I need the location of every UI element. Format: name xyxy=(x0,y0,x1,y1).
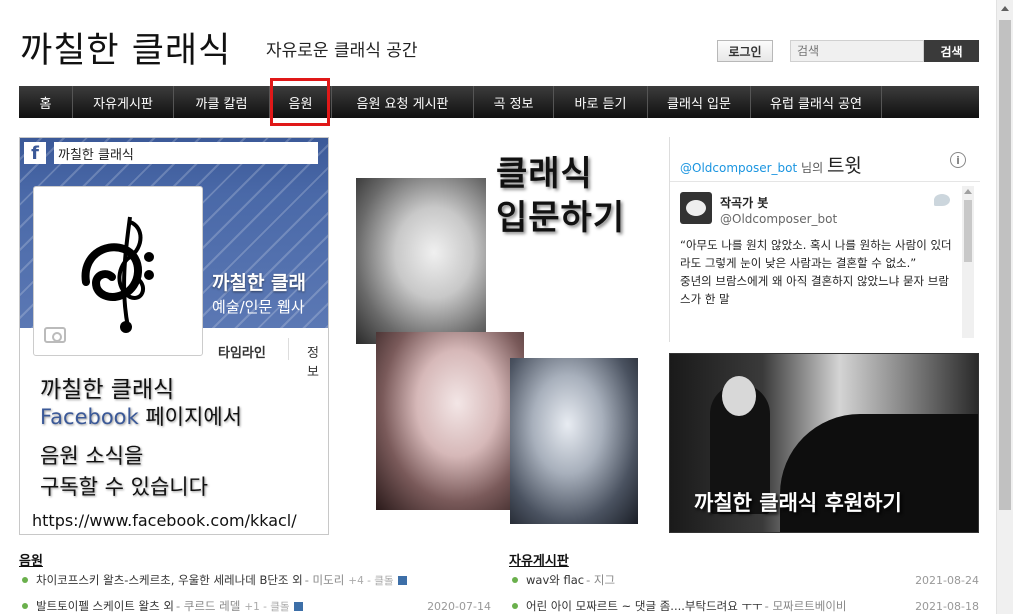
post-count: +1 - 클돌 xyxy=(244,600,290,613)
twitter-handle-link[interactable]: @Oldcomposer_bot xyxy=(680,161,797,175)
scroll-thumb[interactable] xyxy=(964,200,972,262)
facebook-page-name[interactable]: 까칠한 클래식 xyxy=(54,142,318,164)
search-input[interactable] xyxy=(790,40,924,62)
support-banner-text: 까칠한 클래식 후원하기 xyxy=(694,491,902,515)
intro-title-line-1: 클래식 xyxy=(496,154,593,194)
profile-picture[interactable] xyxy=(33,186,203,356)
intro-title-line-2: 입문하기 xyxy=(496,198,626,238)
post-date: 2021-08-24 xyxy=(915,573,979,587)
nav-item-classical-intro[interactable]: 클래식 입문 xyxy=(648,86,751,118)
page-scrollbar[interactable] xyxy=(996,0,1013,614)
bullet-icon xyxy=(22,577,28,583)
promo-line-4: 구독할 수 있습니다 xyxy=(40,475,208,499)
facebook-cover-category: 예술/인문 웹사 xyxy=(212,298,305,316)
facebook-f-icon[interactable]: f xyxy=(24,142,46,164)
post-title[interactable]: wav와 flac xyxy=(526,572,584,588)
post-count: +4 - 클돌 xyxy=(348,574,394,587)
person-head-shape xyxy=(722,376,756,416)
promo-line-2: Facebook 페이지에서 xyxy=(40,401,242,431)
login-button[interactable]: 로그인 xyxy=(717,40,773,62)
tab-timeline[interactable]: 타임라인 xyxy=(218,342,266,361)
free-board-section-heading[interactable]: 자유게시판 xyxy=(509,550,569,569)
bullet-icon xyxy=(512,577,518,583)
post-author: - 쿠르드 레델 xyxy=(175,599,241,613)
tweet-text-context: 중년의 브람스에게 왜 아직 결혼하지 않았느냐 묻자 브람스가 한 말 xyxy=(680,274,949,306)
tab-divider xyxy=(288,338,289,360)
twitter-feed: 작곡가 봇 @Oldcomposer_bot “아무도 나를 원치 않았소. 혹… xyxy=(670,181,980,339)
scroll-up-icon[interactable] xyxy=(964,189,972,194)
site-subtitle: 자유로운 클래식 공간 xyxy=(266,41,418,61)
twitter-bird-icon[interactable] xyxy=(934,194,950,206)
promo-line-1: 까칠한 클래식 xyxy=(40,377,175,403)
nav-item-free-board[interactable]: 자유게시판 xyxy=(73,86,174,118)
nav-item-piece-info[interactable]: 곡 정보 xyxy=(474,86,554,118)
portrait-woman xyxy=(356,178,486,344)
support-banner[interactable]: 까칠한 클래식 후원하기 xyxy=(669,353,979,533)
post-title[interactable]: 발트토이펠 스케이트 왈츠 외 xyxy=(36,598,174,614)
avatar[interactable] xyxy=(680,192,712,224)
post-title[interactable]: 차이코프스키 왈츠-스케르초, 우울한 세레나데 B단조 외 xyxy=(36,572,303,588)
scroll-up-arrow-icon[interactable] xyxy=(1001,6,1009,11)
portrait-karajan xyxy=(510,358,638,524)
facebook-url[interactable]: https://www.facebook.com/kkacl/ xyxy=(32,511,297,530)
nav-highlight-box xyxy=(270,78,330,126)
post-author: - 미도리 xyxy=(304,573,345,587)
twitter-scrollbar[interactable] xyxy=(962,186,974,338)
camera-icon[interactable] xyxy=(44,327,66,343)
portrait-conductor xyxy=(376,332,524,510)
facebook-header: f 까칠한 클래식 xyxy=(24,142,318,164)
list-item[interactable]: 어린 아이 모짜르트 ~ 댓글 좀....부탁드려요 ㅜㅜ - 모짜르트베이비 … xyxy=(509,596,979,614)
nav-item-request-board[interactable]: 음원 요청 게시판 xyxy=(332,86,474,118)
promo-line-2-rest: 페이지에서 xyxy=(138,405,242,429)
post-author: - 지그 xyxy=(586,573,616,587)
nav-item-listen-now[interactable]: 바로 듣기 xyxy=(554,86,648,118)
list-item[interactable]: 발트토이펠 스케이트 왈츠 외 - 쿠르드 레델 +1 - 클돌 2020-07… xyxy=(19,596,491,614)
twitter-header: @Oldcomposer_bot 님의 트윗 xyxy=(680,151,862,178)
twitter-widget: @Oldcomposer_bot 님의 트윗 i 작곡가 봇 @Oldcompo… xyxy=(669,137,980,342)
promo-line-3: 음원 소식을 xyxy=(40,444,144,468)
post-date: 2021-08-18 xyxy=(915,599,979,613)
post-author: - 모짜르트베이비 xyxy=(764,599,847,613)
list-item[interactable]: wav와 flac - 지그 2021-08-24 xyxy=(509,570,979,590)
bullet-icon xyxy=(22,603,28,609)
post-title[interactable]: 어린 아이 모짜르트 ~ 댓글 좀....부탁드려요 ㅜㅜ xyxy=(526,598,763,614)
twitter-tweet-word: 트윗 xyxy=(826,155,862,177)
tweet-author-handle[interactable]: @Oldcomposer_bot xyxy=(720,212,837,226)
music-section-heading[interactable]: 음원 xyxy=(19,550,43,569)
facebook-page-widget[interactable]: f 까칠한 클래식 까칠한 클래 예술/인문 웹사 타임라인 정보 까칠한 클래… xyxy=(19,137,329,535)
nav-item-europe-concerts[interactable]: 유럽 클래식 공연 xyxy=(751,86,882,118)
list-item[interactable]: 차이코프스키 왈츠-스케르초, 우울한 세레나데 B단조 외 - 미도리 +4 … xyxy=(19,570,489,590)
file-icon xyxy=(293,601,303,611)
bullet-icon xyxy=(512,603,518,609)
nav-item-column[interactable]: 까클 칼럼 xyxy=(174,86,270,118)
tweet-text-quote: “아무도 나를 원치 않았소. 혹시 나를 원하는 사람이 있더라도 그렇게 눈… xyxy=(680,238,952,270)
tweet-author-name[interactable]: 작곡가 봇 xyxy=(720,194,768,211)
twitter-nim-text: 님의 xyxy=(797,161,827,175)
search-button[interactable]: 검색 xyxy=(924,40,979,62)
tweet-text: “아무도 나를 원치 않았소. 혹시 나를 원하는 사람이 있더라도 그렇게 눈… xyxy=(680,236,954,308)
nav-item-home[interactable]: 홈 xyxy=(19,86,73,118)
post-date: 2020-07-14 xyxy=(427,599,491,613)
info-icon[interactable]: i xyxy=(950,152,966,168)
site-title[interactable]: 까칠한 클래식 xyxy=(20,22,231,73)
browser-page: 까칠한 클래식 자유로운 클래식 공간 로그인 검색 홈 자유게시판 까클 칼럼… xyxy=(0,0,1013,614)
facebook-cover-title[interactable]: 까칠한 클래 xyxy=(212,268,306,295)
main-nav: 홈 자유게시판 까클 칼럼 음원 음원 요청 게시판 곡 정보 바로 듣기 클래… xyxy=(19,86,979,118)
file-icon xyxy=(397,575,407,585)
tab-info[interactable]: 정보 xyxy=(307,342,328,380)
promo-facebook-word: Facebook xyxy=(40,405,139,429)
page-scroll-thumb[interactable] xyxy=(999,20,1011,510)
